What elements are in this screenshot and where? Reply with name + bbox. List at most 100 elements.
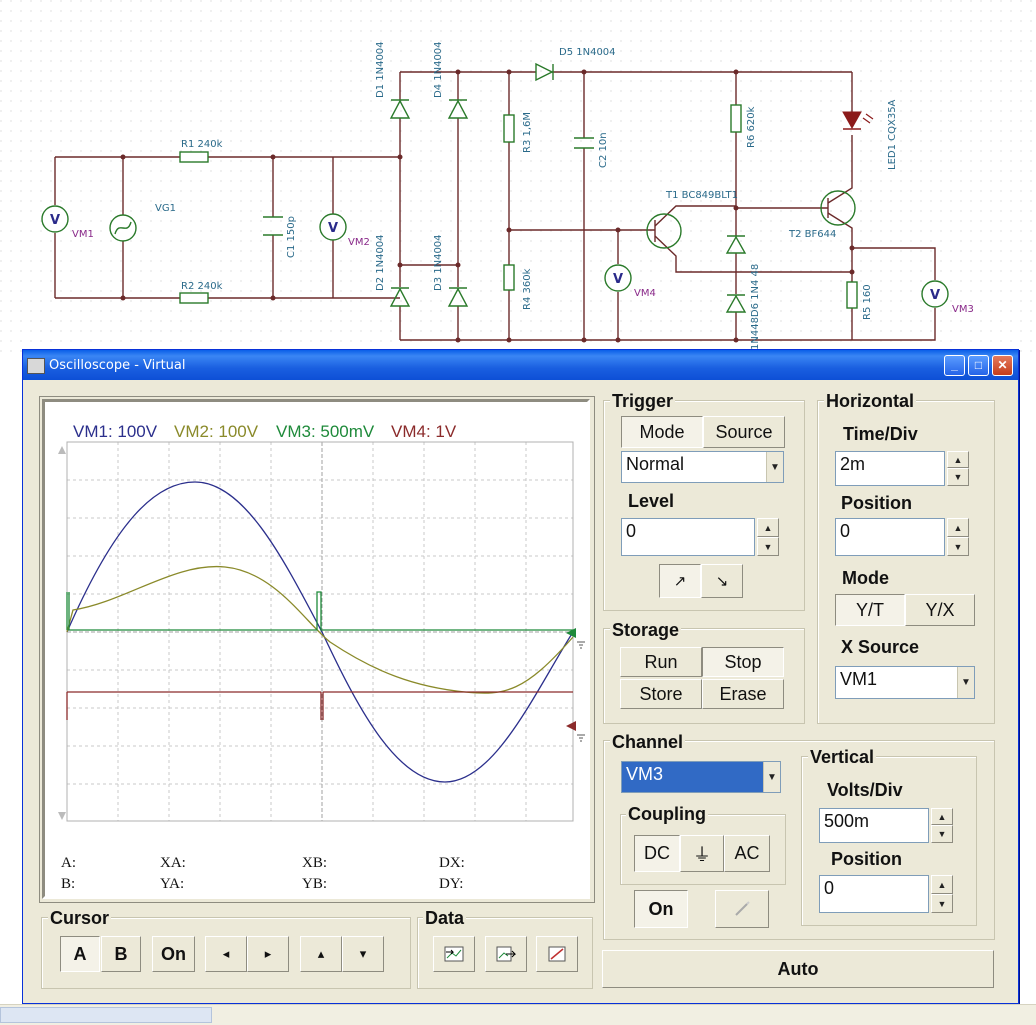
waveform-vm4 [66, 691, 573, 720]
trigger-mode-dropdown-icon[interactable]: ▼ [766, 452, 783, 482]
label-vg1: VG1 [155, 203, 176, 214]
waveform-plot[interactable] [45, 402, 587, 896]
scope-display: VM1: 100V VM2: 100V VM3: 500mV VM4: 1V A… [42, 399, 590, 899]
cursor-a-readout: A: [61, 855, 76, 871]
cursor-ya-readout: YA: [160, 876, 185, 892]
trigger-level-input[interactable]: 0 [621, 518, 755, 556]
label-r6: R6 620k [746, 106, 757, 148]
h-position-down-icon[interactable]: ▼ [947, 537, 969, 556]
coupling-ac-button[interactable]: AC [724, 835, 770, 872]
clear-data-icon [548, 946, 566, 962]
label-r5: R5 160 [862, 284, 873, 320]
waveform-vm3 [66, 591, 573, 631]
v-position-input[interactable]: 0 [819, 875, 929, 913]
cursor-xb-readout: XB: [302, 855, 328, 871]
horizontal-group-title: Horizontal [824, 391, 916, 412]
label-vm4: VM4 [634, 288, 656, 299]
trigger-falling-edge-icon[interactable]: ↘ [701, 564, 743, 598]
channel-select[interactable]: VM3 [621, 761, 781, 793]
import-data-button[interactable] [485, 936, 527, 972]
mode-yt-button[interactable]: Y/T [835, 594, 905, 626]
vm4-meter-icon: V [613, 272, 623, 287]
storage-store-button[interactable]: Store [620, 679, 702, 709]
volts-div-up-icon[interactable]: ▲ [931, 808, 953, 825]
h-position-up-icon[interactable]: ▲ [947, 518, 969, 537]
maximize-button[interactable]: □ [968, 355, 989, 376]
h-position-input[interactable]: 0 [835, 518, 945, 556]
x-source-select[interactable]: VM1 [835, 666, 975, 699]
label-t1: T1 BC849BLT1 [665, 190, 738, 201]
channel-on-button[interactable]: On [634, 890, 688, 928]
v-position-down-icon[interactable]: ▼ [931, 894, 953, 913]
label-led1: LED1 CQX35A [887, 99, 898, 170]
circuit-schematic: V V V V R1 240k R2 240k VG1 C1 150p D1 1… [0, 0, 1036, 352]
volts-div-down-icon[interactable]: ▼ [931, 825, 953, 843]
time-div-input[interactable]: 2m [835, 451, 945, 486]
cursor-xa-readout: XA: [160, 855, 186, 871]
minimize-button[interactable]: _ [944, 355, 965, 376]
label-vm1: VM1 [72, 229, 94, 240]
cursor-down-button[interactable]: ▾ [342, 936, 384, 972]
trigger-mode-tab[interactable]: Mode [621, 416, 703, 448]
label-r2: R2 240k [181, 281, 223, 292]
label-r1: R1 240k [181, 139, 223, 150]
channel-color-button[interactable] [715, 890, 769, 928]
cursor-right-button[interactable]: ▸ [247, 936, 289, 972]
storage-run-button[interactable]: Run [620, 647, 702, 677]
channel-dropdown-icon[interactable]: ▼ [763, 762, 780, 792]
close-button[interactable]: ✕ [992, 355, 1013, 376]
label-r3: R3 1,6M [522, 112, 533, 153]
trigger-mode-select[interactable]: Normal [621, 451, 784, 483]
coupling-dc-button[interactable]: DC [634, 835, 680, 872]
mode-yx-button[interactable]: Y/X [905, 594, 975, 626]
v-position-up-icon[interactable]: ▲ [931, 875, 953, 894]
storage-group-title: Storage [610, 620, 682, 641]
x-source-dropdown-icon[interactable]: ▼ [957, 667, 974, 698]
cursor-yb-readout: YB: [302, 876, 328, 892]
storage-erase-button[interactable]: Erase [702, 679, 784, 709]
label-c1: C1 150p [286, 216, 297, 258]
label-c2: C2 10n [598, 132, 609, 168]
cursor-left-button[interactable]: ◂ [205, 936, 247, 972]
volts-div-input[interactable]: 500m [819, 808, 929, 843]
label-r4: R4 360k [522, 268, 533, 310]
label-d5: D5 1N4004 [559, 47, 616, 58]
trigger-rising-edge-icon[interactable]: ↗ [659, 564, 701, 598]
cursor-group-title: Cursor [48, 908, 112, 929]
vm1-meter-icon: V [50, 213, 60, 228]
auto-button[interactable]: Auto [602, 950, 994, 988]
trigger-source-tab[interactable]: Source [703, 416, 785, 448]
data-group-title: Data [423, 908, 467, 929]
title-bar[interactable]: Oscilloscope - Virtual _ □ ✕ [23, 350, 1018, 380]
trigger-level-down-icon[interactable]: ▼ [757, 537, 779, 556]
label-d1: D1 1N4004 [375, 41, 386, 98]
export-data-button[interactable] [433, 936, 475, 972]
label-vm2: VM2 [348, 237, 370, 248]
vm3-meter-icon: V [930, 288, 940, 303]
window-title: Oscilloscope - Virtual [49, 358, 186, 373]
taskbar-item[interactable] [0, 1007, 212, 1023]
clear-data-button[interactable] [536, 936, 578, 972]
taskbar-strip [0, 1004, 1036, 1025]
label-t2: T2 BF644 [788, 229, 836, 240]
time-div-up-icon[interactable]: ▲ [947, 451, 969, 468]
coupling-group-title: Coupling [626, 804, 708, 825]
label-d2: D2 1N4004 [375, 234, 386, 291]
cursor-up-button[interactable]: ▴ [300, 936, 342, 972]
cursor-a-button[interactable]: A [60, 936, 100, 972]
app-icon [27, 358, 45, 374]
h-mode-label: Mode [842, 568, 889, 588]
coupling-ground-icon[interactable]: ⏚ [680, 835, 724, 872]
x-source-label: X Source [841, 637, 920, 657]
trigger-level-label: Level [628, 491, 675, 511]
trigger-level-up-icon[interactable]: ▲ [757, 518, 779, 537]
import-data-icon [496, 946, 516, 962]
cursor-b-button[interactable]: B [101, 936, 141, 972]
storage-stop-button[interactable]: Stop [702, 647, 784, 677]
time-div-label: Time/Div [843, 424, 918, 444]
oscilloscope-window: Oscilloscope - Virtual _ □ ✕ VM1: 100V V… [22, 349, 1019, 1004]
cursor-on-button[interactable]: On [152, 936, 195, 972]
time-div-down-icon[interactable]: ▼ [947, 468, 969, 486]
v-position-label: Position [831, 849, 902, 869]
cursor-dy-readout: DY: [439, 876, 464, 892]
